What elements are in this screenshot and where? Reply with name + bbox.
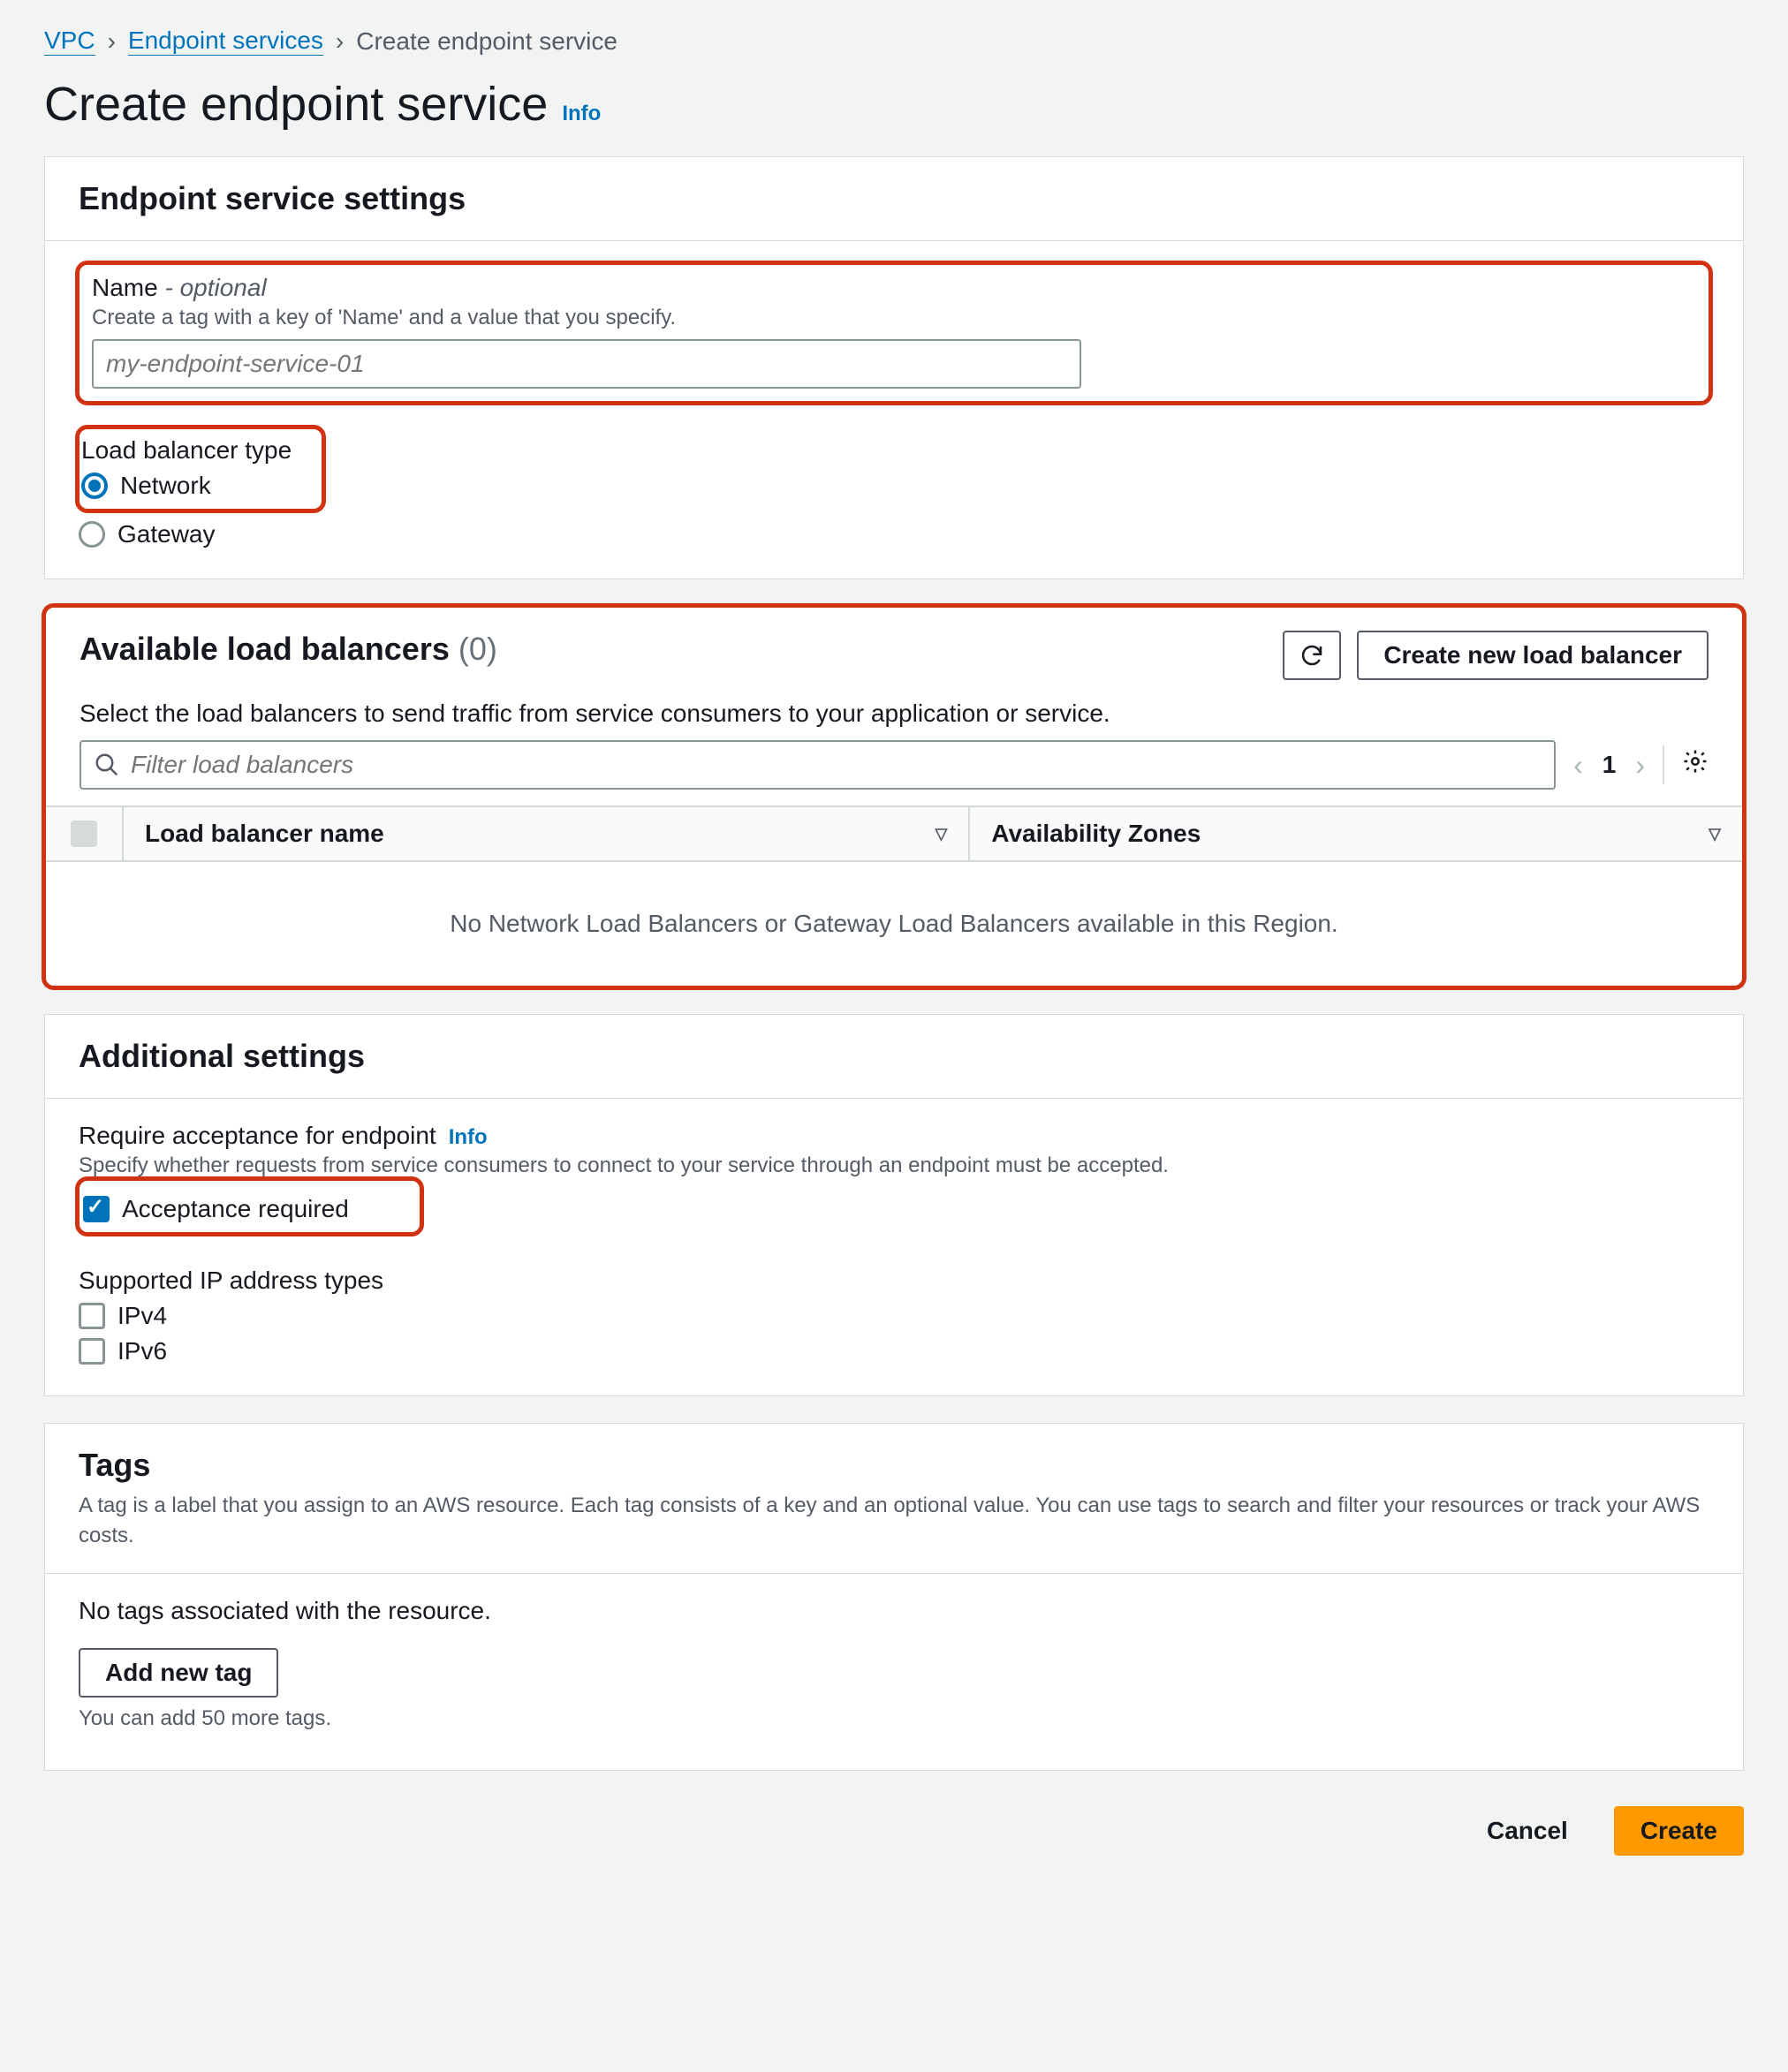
endpoint-service-settings-panel: Endpoint service settings Name - optiona…	[44, 156, 1744, 579]
highlight-lb-panel: Available load balancers (0) Create new …	[42, 603, 1746, 990]
ipv4-row[interactable]: IPv4	[79, 1302, 1709, 1330]
footer-actions: Cancel Create	[44, 1797, 1744, 1891]
ipv6-row[interactable]: IPv6	[79, 1337, 1709, 1365]
require-acceptance-label: Require acceptance for endpoint Info	[79, 1122, 1709, 1150]
chevron-right-icon: ›	[108, 27, 116, 56]
page-next-icon[interactable]: ›	[1635, 749, 1645, 782]
lb-type-network-label: Network	[120, 472, 211, 500]
select-all-checkbox[interactable]	[71, 820, 97, 847]
chevron-right-icon: ›	[336, 27, 344, 56]
col-availability-zones[interactable]: Availability Zones ▽	[968, 807, 1742, 860]
require-label-text: Require acceptance for endpoint	[79, 1122, 436, 1150]
lb-pagination: ‹ 1 ›	[1573, 749, 1645, 782]
col-name-text: Load balancer name	[145, 820, 384, 848]
ipv6-label: IPv6	[117, 1337, 167, 1365]
add-new-tag-button[interactable]: Add new tag	[79, 1648, 278, 1698]
col-az-text: Availability Zones	[991, 820, 1201, 848]
acceptance-required-label: Acceptance required	[122, 1195, 349, 1223]
col-load-balancer-name[interactable]: Load balancer name ▽	[122, 807, 968, 860]
breadcrumb-vpc[interactable]: VPC	[44, 26, 95, 56]
sort-icon: ▽	[935, 825, 947, 843]
lb-panel-title: Available load balancers (0)	[80, 631, 497, 668]
lb-panel-desc: Select the load balancers to send traffi…	[46, 680, 1742, 740]
breadcrumb-current: Create endpoint service	[356, 27, 617, 56]
tags-title: Tags	[79, 1447, 1709, 1484]
name-field-label: Name - optional	[92, 274, 1696, 302]
tags-panel: Tags A tag is a label that you assign to…	[44, 1423, 1744, 1771]
tags-desc: A tag is a label that you assign to an A…	[79, 1491, 1709, 1550]
tags-limit-text: You can add 50 more tags.	[79, 1706, 1709, 1731]
name-input[interactable]	[92, 339, 1081, 389]
require-acceptance-info-link[interactable]: Info	[449, 1125, 488, 1150]
radio-icon[interactable]	[81, 473, 108, 499]
tags-empty-text: No tags associated with the resource.	[79, 1597, 1709, 1625]
highlight-lb-type: Load balancer type Network	[75, 425, 326, 513]
settings-panel-title: Endpoint service settings	[79, 180, 1709, 217]
lb-type-gateway-label: Gateway	[117, 520, 216, 548]
ip-types-label: Supported IP address types	[79, 1267, 1709, 1295]
highlight-acceptance-required: Acceptance required	[75, 1176, 424, 1236]
cancel-button[interactable]: Cancel	[1462, 1806, 1593, 1856]
lb-type-gateway-row[interactable]: Gateway	[79, 520, 1709, 548]
lb-table-header: Load balancer name ▽ Availability Zones …	[46, 805, 1742, 862]
page-prev-icon[interactable]: ‹	[1573, 749, 1583, 782]
page-number: 1	[1602, 751, 1617, 779]
name-field-desc: Create a tag with a key of 'Name' and a …	[92, 306, 1696, 330]
breadcrumb-endpoint-services[interactable]: Endpoint services	[128, 26, 323, 56]
lb-title-text: Available load balancers	[80, 631, 450, 667]
acceptance-required-row[interactable]: Acceptance required	[83, 1195, 349, 1223]
separator	[1663, 745, 1664, 784]
checkbox-icon[interactable]	[79, 1338, 105, 1365]
page-title: Create endpoint service	[44, 77, 548, 132]
create-load-balancer-button[interactable]: Create new load balancer	[1357, 631, 1708, 680]
additional-settings-panel: Additional settings Require acceptance f…	[44, 1014, 1744, 1396]
require-acceptance-desc: Specify whether requests from service co…	[79, 1153, 1709, 1178]
additional-settings-title: Additional settings	[79, 1038, 1709, 1075]
highlight-name-field: Name - optional Create a tag with a key …	[75, 261, 1713, 405]
name-label-text: Name	[92, 274, 158, 301]
checkbox-icon[interactable]	[79, 1303, 105, 1329]
ipv4-label: IPv4	[117, 1302, 167, 1330]
search-icon	[94, 752, 120, 778]
lb-table-empty: No Network Load Balancers or Gateway Loa…	[46, 862, 1742, 986]
checkbox-icon[interactable]	[83, 1196, 110, 1222]
gear-icon	[1682, 748, 1708, 775]
settings-gear-button[interactable]	[1682, 748, 1708, 782]
refresh-button[interactable]	[1283, 631, 1341, 680]
lb-count: (0)	[458, 631, 497, 667]
sort-icon: ▽	[1708, 825, 1721, 843]
lb-filter-input[interactable]	[131, 751, 1542, 779]
page-title-info-link[interactable]: Info	[562, 102, 601, 126]
lb-type-network-row[interactable]: Network	[81, 472, 292, 500]
radio-icon[interactable]	[79, 521, 105, 548]
lb-type-label: Load balancer type	[81, 436, 292, 465]
refresh-icon	[1299, 642, 1325, 669]
available-load-balancers-panel: Available load balancers (0) Create new …	[44, 606, 1744, 987]
name-optional-text: - optional	[164, 274, 266, 301]
create-button[interactable]: Create	[1614, 1806, 1744, 1856]
lb-filter-wrap[interactable]	[80, 740, 1556, 790]
breadcrumb: VPC › Endpoint services › Create endpoin…	[44, 26, 1744, 56]
